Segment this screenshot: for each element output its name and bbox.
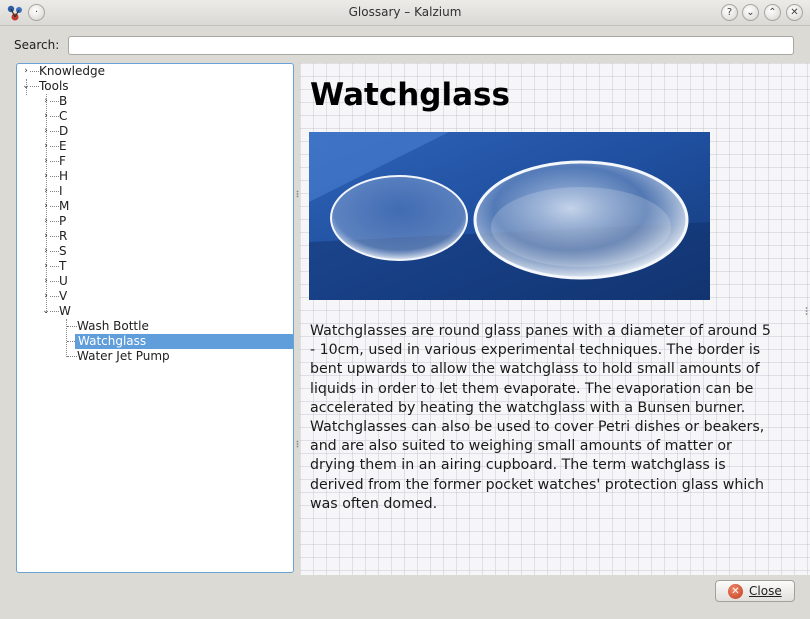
tree-item-label: I: [59, 184, 63, 198]
tree-item-b[interactable]: › B: [41, 94, 291, 109]
tree-item-label: V: [59, 289, 68, 303]
splitter-grip-icon[interactable]: [296, 190, 299, 198]
help-button[interactable]: ?: [721, 4, 738, 21]
tree-item-w[interactable]: ⌄ W: [41, 304, 291, 319]
article-body: Watchglasses are round glass panes with …: [310, 323, 771, 512]
tree-item-label: B: [59, 94, 68, 108]
tree-item-water-jet-pump[interactable]: Water Jet Pump: [61, 349, 291, 364]
tree-connector: [50, 176, 59, 177]
tree-connector: [50, 206, 59, 207]
tree-item-label: E: [59, 139, 67, 153]
close-button-label: Close: [749, 584, 782, 598]
tree-item-knowledge[interactable]: › Knowledge: [21, 64, 291, 79]
tree-item-label: M: [59, 199, 70, 213]
tree-connector: [50, 101, 59, 102]
tree-item-label: W: [59, 304, 71, 318]
tree-connector: [50, 266, 59, 267]
tree-item-d[interactable]: › D: [41, 124, 291, 139]
tree-item-label: Water Jet Pump: [77, 349, 170, 363]
tree-connector: [50, 161, 59, 162]
tree-item-label: C: [59, 109, 68, 123]
tree-connector: [50, 236, 59, 237]
tree-connector: [50, 146, 59, 147]
tree-item-label: Tools: [39, 79, 69, 93]
tree-item-r[interactable]: › R: [41, 229, 291, 244]
tree-connector: [67, 326, 77, 327]
splitter-grip-icon[interactable]: [296, 440, 299, 448]
splitter-grip-icon[interactable]: [805, 306, 808, 316]
glossary-tree[interactable]: › Knowledge ⌄ Tools › B › C › D › E › F › H › I › M › P › R › S › T…: [16, 63, 294, 573]
tree-item-tools[interactable]: ⌄ Tools: [21, 79, 291, 94]
tree-item-f[interactable]: › F: [41, 154, 291, 169]
tree-item-wash-bottle[interactable]: Wash Bottle: [61, 319, 291, 334]
tree-connector: [50, 221, 59, 222]
tree-item-label: Watchglass: [75, 334, 150, 349]
tree-item-label: D: [59, 124, 69, 138]
tree-item-v[interactable]: › V: [41, 289, 291, 304]
tree-connector: [50, 116, 59, 117]
window-titlebar[interactable]: · Glossary – Kalzium ? ⌄ ⌃ ✕: [0, 0, 810, 26]
tree-item-label: T: [59, 259, 67, 273]
tree-item-m[interactable]: › M: [41, 199, 291, 214]
tree-connector: [50, 311, 59, 312]
close-circle-icon: ✕: [728, 584, 743, 599]
tree-item-label: Knowledge: [39, 64, 105, 78]
tree-item-t[interactable]: › T: [41, 259, 291, 274]
tree-item-watchglass[interactable]: Watchglass: [61, 334, 291, 349]
article-view[interactable]: Watchglass Watchglasses are round glass …: [300, 63, 810, 575]
tree-connector: [50, 296, 59, 297]
close-window-button[interactable]: ✕: [786, 4, 803, 21]
maximize-button[interactable]: ⌃: [764, 4, 781, 21]
tree-item-e[interactable]: › E: [41, 139, 291, 154]
tree-item-h[interactable]: › H: [41, 169, 291, 184]
tree-item-s[interactable]: › S: [41, 244, 291, 259]
article-title: Watchglass: [310, 77, 510, 113]
search-input[interactable]: [68, 36, 794, 55]
tree-connector: [30, 86, 39, 87]
tree-item-c[interactable]: › C: [41, 109, 291, 124]
tree-item-p[interactable]: › P: [41, 214, 291, 229]
tree-item-label: F: [59, 154, 66, 168]
minimize-button[interactable]: ⌄: [742, 4, 759, 21]
tree-connector: [50, 281, 59, 282]
tree-connector: [67, 356, 77, 357]
tree-item-label: S: [59, 244, 67, 258]
tree-item-label: Wash Bottle: [77, 319, 149, 333]
tree-item-i[interactable]: › I: [41, 184, 291, 199]
tree-item-u[interactable]: › U: [41, 274, 291, 289]
tree-connector: [50, 131, 59, 132]
watchglass-photo: [309, 132, 710, 300]
tree-connector: [50, 191, 59, 192]
tree-item-label: R: [59, 229, 68, 243]
close-button[interactable]: ✕ Close: [715, 580, 795, 602]
tree-item-label: U: [59, 274, 68, 288]
search-label: Search:: [14, 38, 60, 52]
tree-item-label: H: [59, 169, 69, 183]
tree-item-label: P: [59, 214, 67, 228]
tree-connector: [30, 71, 39, 72]
window-title: Glossary – Kalzium: [348, 5, 462, 19]
tree-connector: [50, 251, 59, 252]
